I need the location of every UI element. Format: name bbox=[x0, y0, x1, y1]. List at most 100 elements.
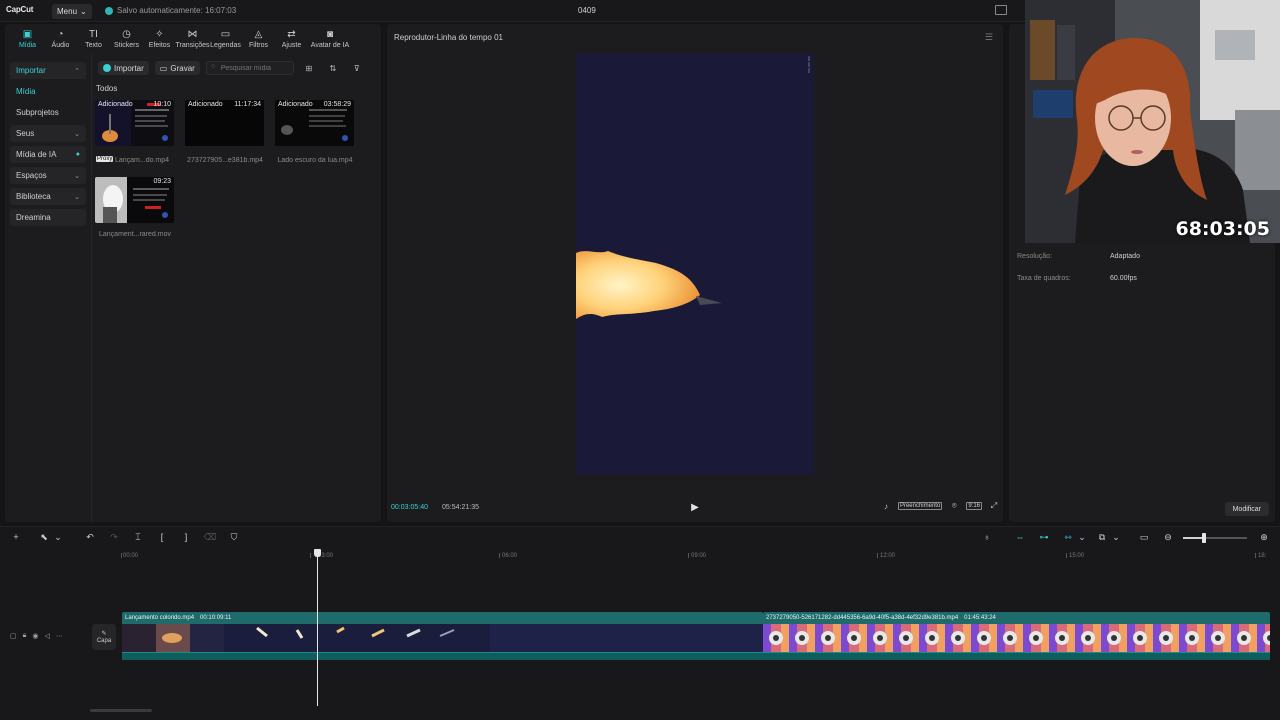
microphone-icon[interactable]: ♁ bbox=[981, 531, 993, 543]
lock-icon[interactable]: 🔒︎ bbox=[23, 632, 27, 640]
tab-label: Transições bbox=[175, 42, 210, 49]
ruler-label: 09:00 bbox=[691, 553, 707, 559]
caption-track-icon[interactable]: ▭ bbox=[1138, 531, 1150, 543]
playhead[interactable] bbox=[317, 550, 318, 706]
fullscreen-icon[interactable]: ⤢ bbox=[989, 501, 999, 511]
more-icon[interactable]: ⋯ bbox=[56, 632, 63, 640]
clip-name: 2737279050-526171282-dd445356-6a9d-40f5-… bbox=[766, 615, 959, 621]
tab-captions[interactable]: ▭ Legendas bbox=[209, 24, 242, 54]
add-track-icon[interactable]: + bbox=[10, 531, 22, 543]
toggle-icon: ● bbox=[75, 151, 80, 158]
eye-icon[interactable]: ◉ bbox=[32, 632, 38, 640]
chevron-down-icon[interactable]: ⌄ bbox=[1076, 531, 1088, 543]
sidebar-item-label: Mídia bbox=[16, 87, 36, 96]
clip-audio-waveform bbox=[763, 652, 1270, 660]
tab-stickers[interactable]: ◷ Stickers bbox=[110, 24, 143, 54]
record-button[interactable]: ▭ Gravar bbox=[154, 61, 200, 75]
import-button[interactable]: Importar bbox=[98, 61, 149, 75]
tab-effects[interactable]: ✧ Efeitos bbox=[143, 24, 176, 54]
snapshot-icon[interactable]: ⌾ bbox=[949, 501, 959, 511]
horizontal-scrollbar[interactable] bbox=[90, 709, 152, 712]
tab-filters[interactable]: ◬ Filtros bbox=[242, 24, 275, 54]
sidebar-item-ai-media[interactable]: Mídia de IA ● bbox=[10, 146, 86, 163]
tab-media[interactable]: ▣ Mídia bbox=[11, 24, 44, 54]
undo-icon[interactable]: ↶ bbox=[84, 531, 96, 543]
cover-button[interactable]: ✎ Capa bbox=[92, 624, 116, 650]
split-icon[interactable]: ⌶ bbox=[132, 531, 144, 543]
tab-label: Avatar de IA bbox=[310, 42, 350, 49]
delete-icon[interactable]: ⌫ bbox=[204, 531, 217, 543]
media-thumb[interactable]: 09:23 bbox=[95, 177, 174, 223]
tab-text[interactable]: TI Texto bbox=[77, 24, 110, 54]
preview-axis-icon[interactable]: ⧉ bbox=[1096, 531, 1108, 543]
hamburger-icon[interactable]: ☰ bbox=[985, 32, 993, 43]
sidebar-item-label: Seus bbox=[16, 129, 35, 138]
shield-icon[interactable]: ⛉ bbox=[228, 531, 240, 543]
speaker-icon[interactable]: ◁ bbox=[44, 632, 49, 640]
playhead-handle[interactable] bbox=[314, 549, 321, 557]
duration-label: 09:23 bbox=[153, 178, 171, 185]
redo-icon[interactable]: ↷ bbox=[108, 531, 120, 543]
view-grid-icon[interactable]: ⊞ bbox=[300, 64, 318, 73]
framerate-label: Taxa de quadros: bbox=[1017, 275, 1071, 282]
media-thumb[interactable]: Adicionado 10:10 bbox=[95, 100, 174, 146]
rocket-frame bbox=[576, 53, 814, 475]
sticker-icon: ◷ bbox=[122, 28, 131, 40]
play-icon[interactable]: ▶ bbox=[689, 501, 701, 513]
track-checkbox-icon[interactable]: ▢ bbox=[10, 632, 17, 640]
auto-snap-icon[interactable]: ⊶ bbox=[1038, 531, 1050, 543]
link-icon[interactable]: ⇿ bbox=[1062, 531, 1074, 543]
timeline-clip[interactable]: 2737279050-526171282-dd445356-6a9d-40f5-… bbox=[763, 612, 1270, 662]
audio-track-icon[interactable]: ♪ bbox=[881, 501, 891, 511]
zoom-in-icon[interactable]: ⊕ bbox=[1258, 531, 1270, 543]
tab-ai-avatar[interactable]: ◙ Avatar de IA bbox=[308, 24, 352, 54]
chevron-down-icon[interactable]: ⌄ bbox=[52, 531, 64, 543]
project-title[interactable]: 0409 bbox=[578, 6, 596, 15]
tab-transitions[interactable]: ⋈ Transições bbox=[175, 24, 210, 54]
added-tag: Adicionado bbox=[98, 101, 133, 108]
search-field[interactable] bbox=[205, 61, 294, 75]
sidebar-item-spaces[interactable]: Espaços ⌄ bbox=[10, 167, 86, 184]
sidebar-item-media[interactable]: Mídia bbox=[10, 83, 86, 100]
tab-audio[interactable]: ◔ Áudio bbox=[44, 24, 77, 54]
zoom-slider[interactable] bbox=[1183, 533, 1247, 543]
menu-button[interactable]: Menu ⌄ bbox=[52, 4, 92, 19]
sidebar-item-import[interactable]: Importar ⌃ bbox=[10, 62, 86, 79]
media-thumb[interactable]: Adicionado 03:58:29 bbox=[275, 100, 354, 146]
media-sidebar: Importar ⌃ Mídia Subprojetos Seus ⌄ Mídi… bbox=[10, 62, 86, 230]
select-cursor-icon[interactable]: ⬉ bbox=[38, 531, 50, 543]
trim-right-icon[interactable]: ] bbox=[180, 531, 192, 543]
media-thumb[interactable]: Adicionado 11:17:34 bbox=[185, 100, 264, 146]
filters-icon: ◬ bbox=[254, 28, 263, 40]
fill-mode-button[interactable]: Preenchimento bbox=[897, 502, 943, 510]
player-controls: ♪ Preenchimento ⌾ 9:16 ⤢ bbox=[881, 501, 999, 511]
clip-duration: 01:45:43:24 bbox=[964, 615, 996, 621]
tab-label: Mídia bbox=[18, 42, 37, 49]
chevron-down-icon: ⌄ bbox=[80, 7, 87, 16]
media-panel: ▣ Mídia ◔ Áudio TI Texto ◷ Stickers ✧ Ef… bbox=[5, 24, 381, 522]
zoom-out-icon[interactable]: ⊖ bbox=[1162, 531, 1174, 543]
tab-adjust[interactable]: ⇄ Ajuste bbox=[275, 24, 308, 54]
chevron-up-icon: ⌃ bbox=[74, 67, 80, 75]
sort-icon[interactable]: ⇅ bbox=[324, 64, 342, 73]
zoom-slider-handle[interactable] bbox=[1202, 533, 1207, 543]
sidebar-item-subprojects[interactable]: Subprojetos bbox=[10, 104, 86, 121]
chevron-down-icon[interactable]: ⌄ bbox=[1110, 531, 1122, 543]
trim-left-icon[interactable]: [ bbox=[156, 531, 168, 543]
layout-icon[interactable] bbox=[995, 5, 1007, 15]
sidebar-item-dreamina[interactable]: Dreamina bbox=[10, 209, 86, 226]
main-track-magnet-icon[interactable]: ⇔ bbox=[1014, 531, 1026, 543]
filter-icon[interactable]: ⊽ bbox=[348, 64, 366, 73]
sidebar-item-library[interactable]: Biblioteca ⌄ bbox=[10, 188, 86, 205]
timeline-clip[interactable]: Lançamento colorido.mp4 00:10:09:11 bbox=[122, 612, 763, 662]
video-preview[interactable]: ▯▯▯ bbox=[576, 53, 814, 475]
ruler-tick bbox=[877, 553, 878, 558]
time-ruler[interactable]: 00:00 03:00 06:00 09:00 12:00 15:00 18: bbox=[0, 547, 1280, 563]
modify-button[interactable]: Modificar bbox=[1224, 502, 1269, 516]
aspect-ratio-button[interactable]: 9:16 bbox=[966, 502, 982, 510]
camera-icon: ▭ bbox=[159, 63, 168, 73]
adjust-icon: ⇄ bbox=[287, 28, 296, 40]
search-input[interactable] bbox=[220, 62, 291, 74]
media-actions: Importar ▭ Gravar ⊞ ⇅ ⊽ bbox=[98, 61, 366, 75]
sidebar-item-yours[interactable]: Seus ⌄ bbox=[10, 125, 86, 142]
